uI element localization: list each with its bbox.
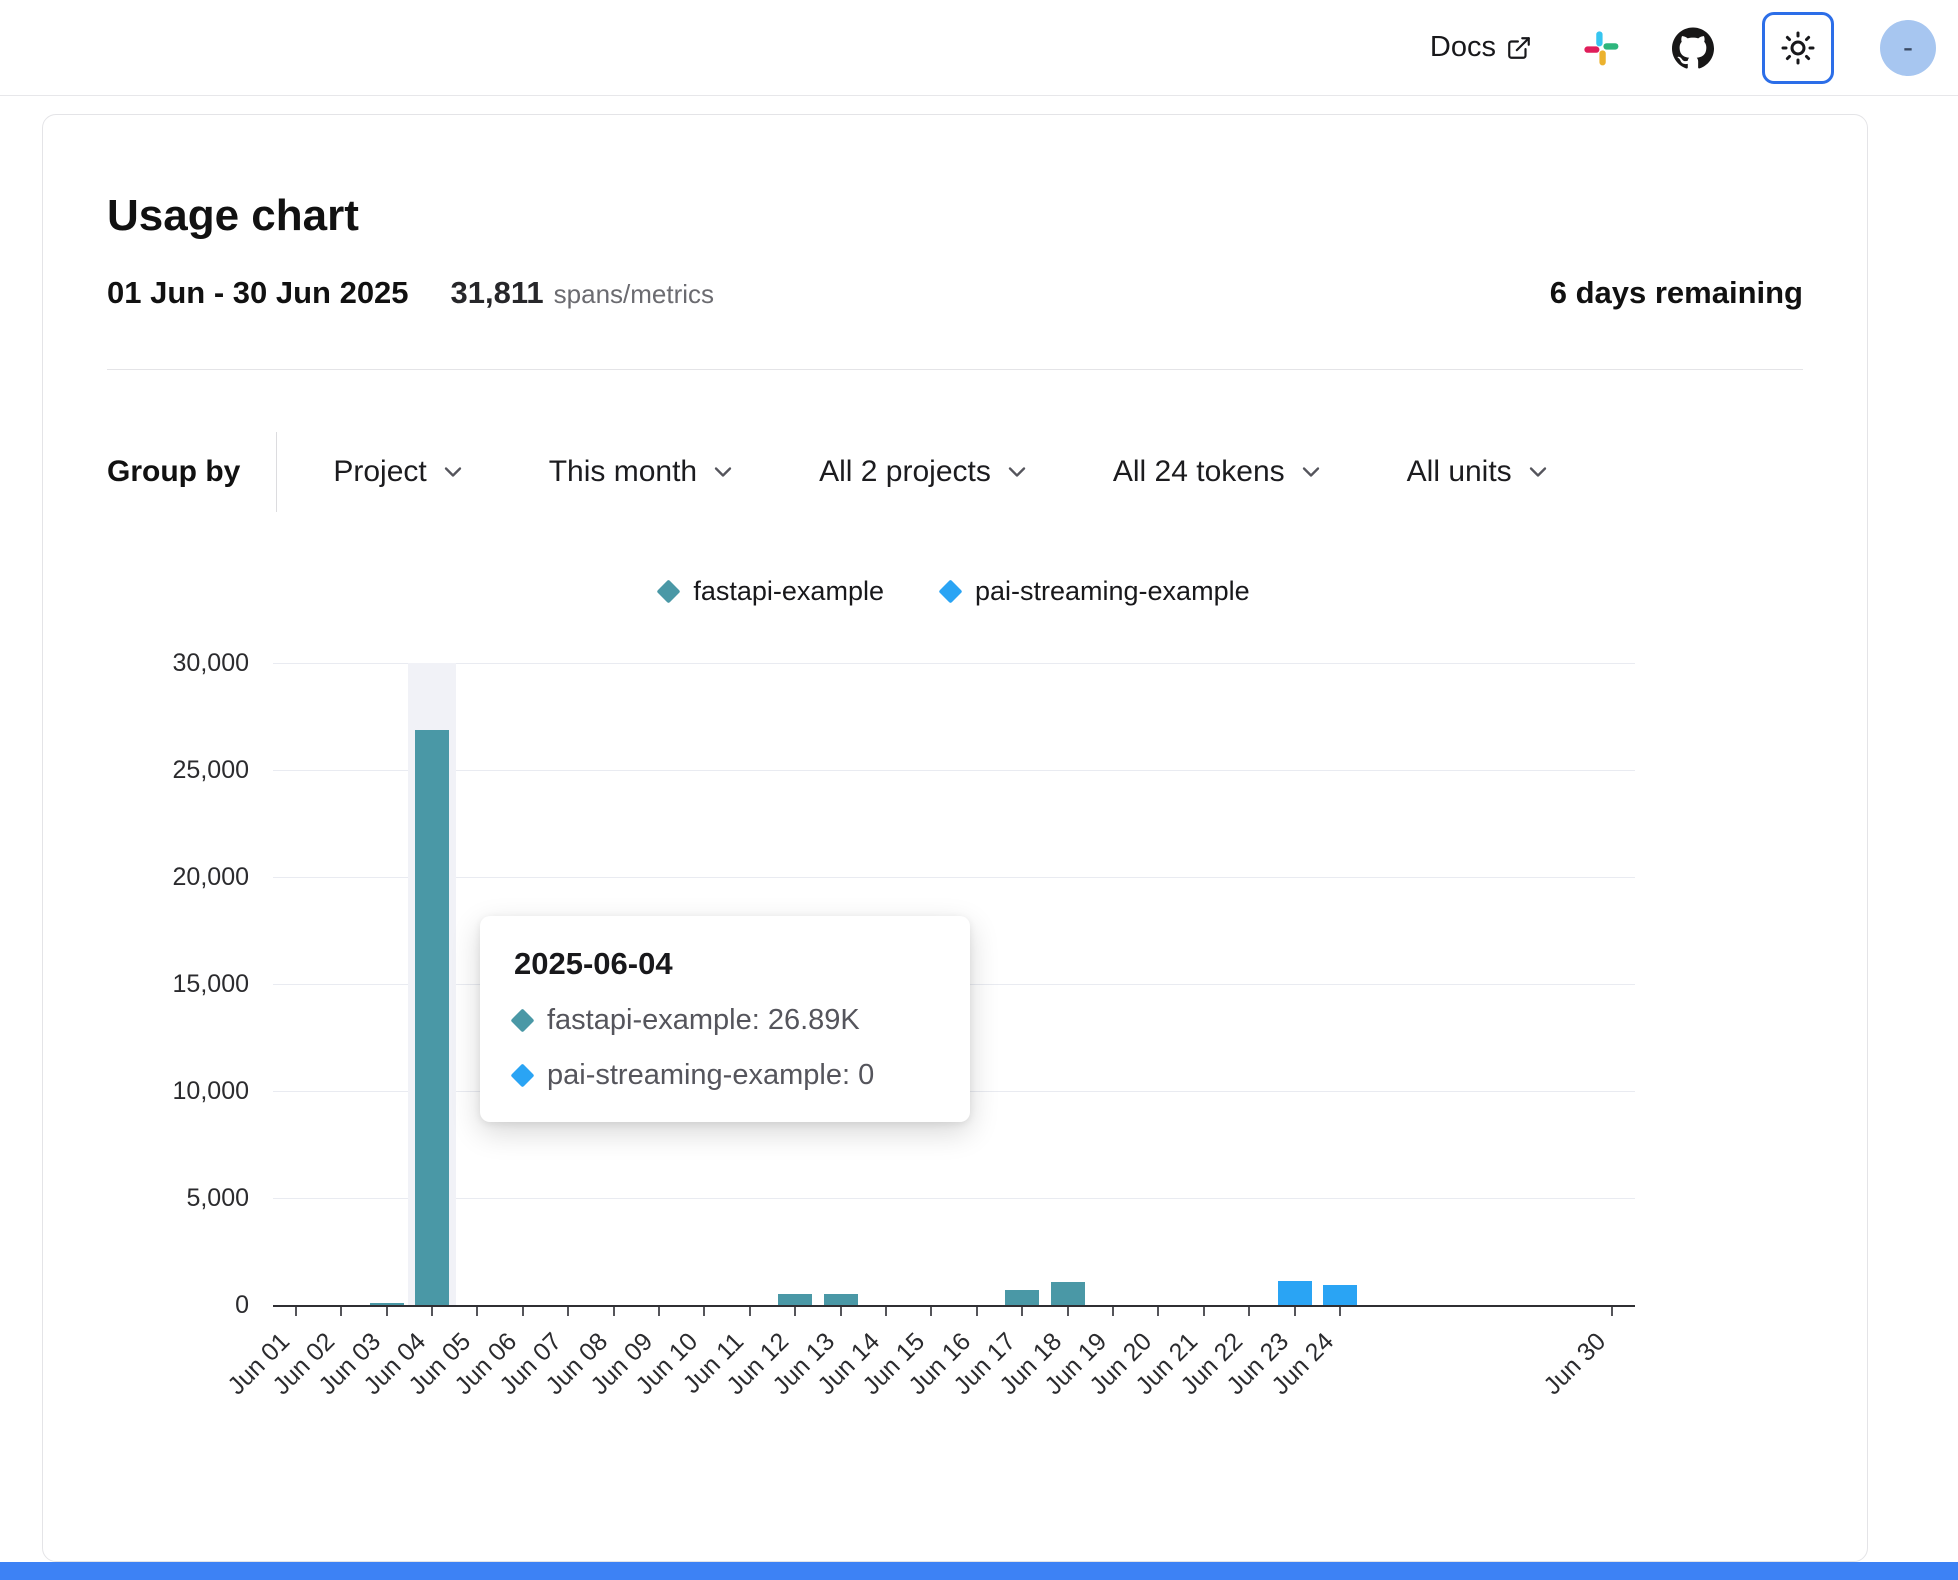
y-axis-tick-label: 25,000 — [109, 756, 249, 785]
x-axis-tick — [658, 1307, 660, 1316]
dropdown-label: All 24 tokens — [1113, 455, 1285, 489]
x-axis-tick — [1157, 1307, 1159, 1316]
x-axis-tick — [1203, 1307, 1205, 1316]
usage-meta-row: 01 Jun - 30 Jun 2025 31,811 spans/metric… — [107, 275, 1803, 311]
y-axis-tick-label: 5,000 — [109, 1184, 249, 1213]
avatar-label: - — [1903, 31, 1913, 65]
x-axis-tick — [1112, 1307, 1114, 1316]
x-axis-tick — [431, 1307, 433, 1316]
theme-toggle-button[interactable] — [1762, 12, 1834, 84]
vertical-divider — [276, 432, 277, 512]
group-by-project-dropdown[interactable]: Project — [333, 455, 466, 489]
bar-fastapi-example-Jun-18[interactable] — [1051, 1282, 1085, 1305]
chevron-down-icon — [1524, 458, 1552, 486]
chevron-down-icon — [1297, 458, 1325, 486]
x-axis-tick — [1294, 1307, 1296, 1316]
date-range: 01 Jun - 30 Jun 2025 — [107, 275, 409, 311]
bar-pai-streaming-example-Jun-23[interactable] — [1278, 1281, 1312, 1305]
y-axis-tick-label: 15,000 — [109, 970, 249, 999]
tooltip-row-text: pai-streaming-example: 0 — [547, 1059, 874, 1092]
x-axis-tick — [703, 1307, 705, 1316]
y-gridline — [273, 1198, 1635, 1199]
tooltip-diamond-icon — [510, 1008, 534, 1032]
group-by-label: Group by — [107, 455, 240, 489]
legend-diamond-icon — [938, 579, 962, 603]
docs-link[interactable]: Docs — [1430, 31, 1532, 64]
page-title: Usage chart — [107, 191, 1803, 241]
bar-pai-streaming-example-Jun-24[interactable] — [1323, 1285, 1357, 1305]
legend-item-fastapi-example[interactable]: fastapi-example — [660, 576, 884, 607]
bar-fastapi-example-Jun-17[interactable] — [1005, 1290, 1039, 1305]
chart-tooltip: 2025-06-04 fastapi-example: 26.89K pai-s… — [480, 916, 970, 1122]
tooltip-diamond-icon — [510, 1063, 534, 1087]
bar-fastapi-example-Jun-12[interactable] — [778, 1294, 812, 1305]
x-axis-tick — [1021, 1307, 1023, 1316]
y-axis-tick-label: 0 — [109, 1291, 249, 1320]
x-axis-tick — [840, 1307, 842, 1316]
x-axis-tick — [613, 1307, 615, 1316]
y-gridline — [273, 877, 1635, 878]
bar-fastapi-example-Jun-13[interactable] — [824, 1294, 858, 1305]
tooltip-row-text: fastapi-example: 26.89K — [547, 1004, 860, 1037]
x-axis-tick — [295, 1307, 297, 1316]
external-link-icon — [1506, 35, 1532, 61]
x-axis-tick — [976, 1307, 978, 1316]
x-axis-tick — [1067, 1307, 1069, 1316]
projects-filter-dropdown[interactable]: All 2 projects — [819, 455, 1031, 489]
bottom-blue-strip — [0, 1562, 1958, 1580]
tooltip-row: fastapi-example: 26.89K — [514, 1004, 936, 1037]
tooltip-row: pai-streaming-example: 0 — [514, 1059, 936, 1092]
dropdown-label: All units — [1407, 455, 1512, 489]
y-gridline — [273, 663, 1635, 664]
days-remaining-label: 6 days remaining — [1550, 275, 1803, 311]
chevron-down-icon — [709, 458, 737, 486]
filter-row: Group by Project This month All 2 projec… — [107, 432, 1803, 512]
x-axis-tick — [1611, 1307, 1613, 1316]
legend-label: pai-streaming-example — [975, 576, 1250, 607]
slack-icon[interactable] — [1578, 25, 1624, 71]
docs-link-label: Docs — [1430, 31, 1496, 64]
chevron-down-icon — [1003, 458, 1031, 486]
dropdown-label: This month — [549, 455, 697, 489]
x-axis-tick — [522, 1307, 524, 1316]
y-gridline — [273, 770, 1635, 771]
x-axis-tick — [386, 1307, 388, 1316]
y-axis-tick-label: 10,000 — [109, 1077, 249, 1106]
legend-label: fastapi-example — [693, 576, 884, 607]
x-axis-tick-label: Jun 30 — [1486, 1327, 1613, 1454]
usage-chart[interactable]: 2025-06-04 fastapi-example: 26.89K pai-s… — [107, 634, 1803, 1426]
dropdown-label: Project — [333, 455, 426, 489]
x-axis-tick — [1248, 1307, 1250, 1316]
bar-fastapi-example-Jun-04[interactable] — [415, 730, 449, 1305]
legend-item-pai-streaming-example[interactable]: pai-streaming-example — [942, 576, 1250, 607]
y-axis-tick-label: 30,000 — [109, 649, 249, 678]
x-axis-tick — [340, 1307, 342, 1316]
x-axis-tick — [749, 1307, 751, 1316]
usage-card: Usage chart 01 Jun - 30 Jun 2025 31,811 … — [42, 114, 1868, 1562]
y-axis-tick-label: 20,000 — [109, 863, 249, 892]
x-axis-tick — [1339, 1307, 1341, 1316]
topbar: Docs - — [0, 0, 1958, 96]
github-icon[interactable] — [1670, 25, 1716, 71]
x-axis-tick — [930, 1307, 932, 1316]
sun-icon — [1780, 30, 1816, 66]
tooltip-title: 2025-06-04 — [514, 946, 936, 982]
chevron-down-icon — [439, 458, 467, 486]
avatar[interactable]: - — [1880, 20, 1936, 76]
x-axis-tick — [567, 1307, 569, 1316]
chart-legend: fastapi-example pai-streaming-example — [107, 574, 1803, 608]
section-divider — [107, 369, 1803, 370]
units-filter-dropdown[interactable]: All units — [1407, 455, 1552, 489]
tokens-filter-dropdown[interactable]: All 24 tokens — [1113, 455, 1325, 489]
time-range-dropdown[interactable]: This month — [549, 455, 737, 489]
x-axis-tick — [885, 1307, 887, 1316]
dropdown-label: All 2 projects — [819, 455, 991, 489]
x-axis-tick — [476, 1307, 478, 1316]
x-axis-tick — [794, 1307, 796, 1316]
usage-count: 31,811 — [451, 275, 544, 311]
usage-unit: spans/metrics — [554, 279, 714, 310]
legend-diamond-icon — [657, 579, 681, 603]
